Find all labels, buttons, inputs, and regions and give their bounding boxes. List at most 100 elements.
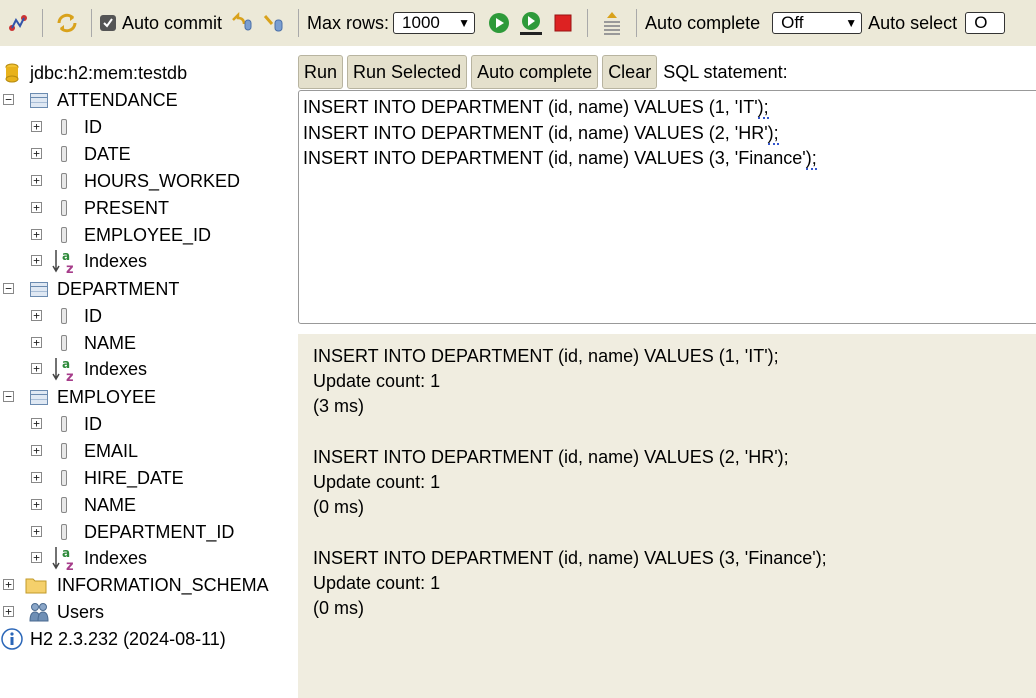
run-button[interactable]: Run xyxy=(298,55,344,89)
folder-icon xyxy=(25,578,47,594)
sort-az-icon: az xyxy=(52,249,74,274)
auto-select-select[interactable]: O xyxy=(965,12,1006,34)
info-icon xyxy=(1,628,23,650)
column-label: DEPARTMENT_ID xyxy=(84,521,235,542)
version-label: H2 2.3.232 (2024-08-11) xyxy=(30,628,226,649)
collapse-icon[interactable]: − xyxy=(3,283,14,294)
expand-icon[interactable]: + xyxy=(3,606,14,617)
tree-column[interactable]: EMPLOYEE_ID xyxy=(61,222,211,248)
stop-icon[interactable] xyxy=(549,9,577,37)
history-icon[interactable] xyxy=(598,9,626,37)
toolbar-separator xyxy=(298,9,300,37)
tree-table-department[interactable]: DEPARTMENT xyxy=(30,276,179,302)
result-time: (0 ms) xyxy=(313,497,364,518)
toolbar-separator xyxy=(587,9,589,37)
database-icon xyxy=(5,63,19,83)
refresh-icon[interactable] xyxy=(53,9,81,37)
tree-column[interactable]: NAME xyxy=(61,492,136,518)
svg-text:a: a xyxy=(62,357,70,371)
disconnect-icon[interactable] xyxy=(4,9,32,37)
indexes-label: Indexes xyxy=(84,250,148,271)
tree-version: H2 2.3.232 (2024-08-11) xyxy=(1,626,226,652)
table-label: EMPLOYEE xyxy=(57,386,157,407)
tree-column[interactable]: ID xyxy=(61,303,102,329)
result-statement: INSERT INTO DEPARTMENT (id, name) VALUES… xyxy=(313,547,827,568)
auto-complete-button[interactable]: Auto complete xyxy=(471,55,599,89)
expand-icon[interactable]: + xyxy=(31,552,42,563)
tree-column[interactable]: ID xyxy=(61,114,102,140)
editor-line-text: INSERT INTO DEPARTMENT (id, name) VALUES… xyxy=(303,97,758,117)
column-icon xyxy=(61,119,67,135)
auto-complete-select[interactable]: Off ▼ xyxy=(772,12,863,34)
column-label: ID xyxy=(84,116,102,137)
expand-icon[interactable]: + xyxy=(3,579,14,590)
clear-button[interactable]: Clear xyxy=(602,55,658,89)
tree-column[interactable]: NAME xyxy=(61,330,136,356)
expand-icon[interactable]: + xyxy=(31,255,42,266)
tree-information-schema[interactable]: INFORMATION_SCHEMA xyxy=(25,572,269,598)
column-label: HOURS_WORKED xyxy=(84,170,241,191)
auto-commit-checkbox[interactable] xyxy=(100,15,116,31)
result-spacer xyxy=(313,520,1021,545)
editor-line-tail: ); xyxy=(757,97,769,119)
sql-editor[interactable]: INSERT INTO DEPARTMENT (id, name) VALUES… xyxy=(298,90,1036,324)
result-statement: INSERT INTO DEPARTMENT (id, name) VALUES… xyxy=(313,346,779,366)
tree-indexes[interactable]: az Indexes xyxy=(52,545,147,571)
column-label: EMPLOYEE_ID xyxy=(84,224,212,245)
editor-line: INSERT INTO DEPARTMENT (id, name) VALUES… xyxy=(303,146,1036,172)
table-icon xyxy=(30,389,48,405)
expand-icon[interactable]: + xyxy=(31,175,42,186)
expand-icon[interactable]: + xyxy=(31,121,42,132)
tree-column[interactable]: ID xyxy=(61,411,102,437)
sort-az-icon: az xyxy=(52,546,74,571)
tree-column[interactable]: HOURS_WORKED xyxy=(61,168,240,194)
tree-table-attendance[interactable]: ATTENDANCE xyxy=(30,87,178,113)
column-label: DATE xyxy=(84,143,131,164)
column-icon xyxy=(61,200,67,216)
schema-tree: jdbc:h2:mem:testdb − ATTENDANCE + ID + D… xyxy=(0,58,296,698)
expand-icon[interactable]: + xyxy=(31,229,42,240)
expand-icon[interactable]: + xyxy=(31,445,42,456)
result-statement: INSERT INTO DEPARTMENT (id, name) VALUES… xyxy=(313,446,789,467)
collapse-icon[interactable]: − xyxy=(3,94,14,105)
expand-icon[interactable]: + xyxy=(31,499,42,510)
tree-table-employee[interactable]: EMPLOYEE xyxy=(30,384,156,410)
run-selected-button[interactable]: Run Selected xyxy=(347,55,468,89)
tree-indexes[interactable]: az Indexes xyxy=(52,248,147,274)
tree-column[interactable]: DEPARTMENT_ID xyxy=(61,519,234,545)
tree-column[interactable]: PRESENT xyxy=(61,195,169,221)
tree-column[interactable]: DATE xyxy=(61,141,131,167)
svg-text:z: z xyxy=(66,559,74,571)
tree-indexes[interactable]: az Indexes xyxy=(52,356,147,382)
commit-icon[interactable] xyxy=(260,9,288,37)
expand-icon[interactable]: + xyxy=(31,148,42,159)
run-selected-icon[interactable] xyxy=(517,9,545,37)
column-label: ID xyxy=(84,305,102,326)
toolbar: Auto commit Max rows: 1000 ▼ Auto comple… xyxy=(0,0,1036,46)
editor-line-tail: ); xyxy=(805,148,817,170)
expand-icon[interactable]: + xyxy=(31,472,42,483)
column-label: NAME xyxy=(84,494,137,515)
max-rows-select[interactable]: 1000 ▼ xyxy=(393,12,476,34)
expand-icon[interactable]: + xyxy=(31,363,42,374)
expand-icon[interactable]: + xyxy=(31,202,42,213)
expand-icon[interactable]: + xyxy=(31,418,42,429)
svg-text:z: z xyxy=(66,262,74,274)
users-icon xyxy=(29,603,49,622)
tree-column[interactable]: HIRE_DATE xyxy=(61,465,184,491)
tree-connection[interactable]: jdbc:h2:mem:testdb xyxy=(4,60,187,86)
collapse-icon[interactable]: − xyxy=(3,391,14,402)
expand-icon[interactable]: + xyxy=(31,310,42,321)
column-icon xyxy=(61,524,67,540)
column-label: EMAIL xyxy=(84,440,139,461)
rollback-icon[interactable] xyxy=(228,9,256,37)
tree-column[interactable]: EMAIL xyxy=(61,438,138,464)
expand-icon[interactable]: + xyxy=(31,337,42,348)
column-icon xyxy=(61,497,67,513)
column-icon xyxy=(61,416,67,432)
editor-line-text: INSERT INTO DEPARTMENT (id, name) VALUES… xyxy=(303,148,806,168)
expand-icon[interactable]: + xyxy=(31,526,42,537)
run-icon[interactable] xyxy=(485,9,513,37)
tree-users[interactable]: Users xyxy=(28,599,104,625)
editor-line: INSERT INTO DEPARTMENT (id, name) VALUES… xyxy=(303,121,1036,147)
